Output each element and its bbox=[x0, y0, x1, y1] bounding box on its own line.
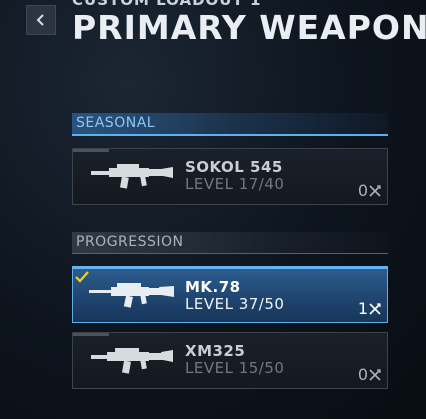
page-title: PRIMARY WEAPON bbox=[72, 8, 426, 47]
section-label: SEASONAL bbox=[76, 115, 156, 131]
weapon-card-sokol-545[interactable]: SOKOL 545 LEVEL 17/40 0 bbox=[72, 148, 388, 205]
section-label: PROGRESSION bbox=[76, 234, 184, 250]
crossed-tools-icon bbox=[369, 303, 381, 315]
attachment-count: 0 bbox=[358, 365, 381, 384]
section-header-seasonal: SEASONAL bbox=[72, 113, 388, 136]
card-tab bbox=[73, 149, 109, 152]
weapon-name: XM325 bbox=[185, 342, 246, 360]
crossed-tools-icon bbox=[369, 185, 381, 197]
chevron-left-icon bbox=[36, 14, 44, 26]
card-tab bbox=[73, 333, 109, 336]
weapon-level: LEVEL 37/50 bbox=[185, 295, 285, 313]
attachment-count-value: 1 bbox=[357, 299, 368, 318]
weapon-level: LEVEL 17/40 bbox=[185, 175, 285, 193]
weapon-card-xm325[interactable]: XM325 LEVEL 15/50 0 bbox=[72, 332, 388, 389]
weapon-level: LEVEL 15/50 bbox=[185, 359, 285, 377]
weapon-name: SOKOL 545 bbox=[185, 158, 283, 176]
back-button[interactable] bbox=[26, 5, 56, 35]
rifle-icon bbox=[91, 164, 173, 189]
rifle-icon bbox=[91, 348, 173, 374]
section-header-progression: PROGRESSION bbox=[72, 232, 388, 254]
crossed-tools-icon bbox=[369, 369, 381, 381]
attachment-count: 1 bbox=[358, 299, 381, 318]
weapon-card-mk78[interactable]: MK.78 LEVEL 37/50 1 bbox=[72, 266, 388, 323]
weapon-name: MK.78 bbox=[185, 278, 241, 296]
attachment-count: 0 bbox=[358, 181, 381, 200]
attachment-count-value: 0 bbox=[357, 365, 368, 384]
attachment-count-value: 0 bbox=[357, 181, 368, 200]
rifle-icon bbox=[89, 283, 174, 308]
